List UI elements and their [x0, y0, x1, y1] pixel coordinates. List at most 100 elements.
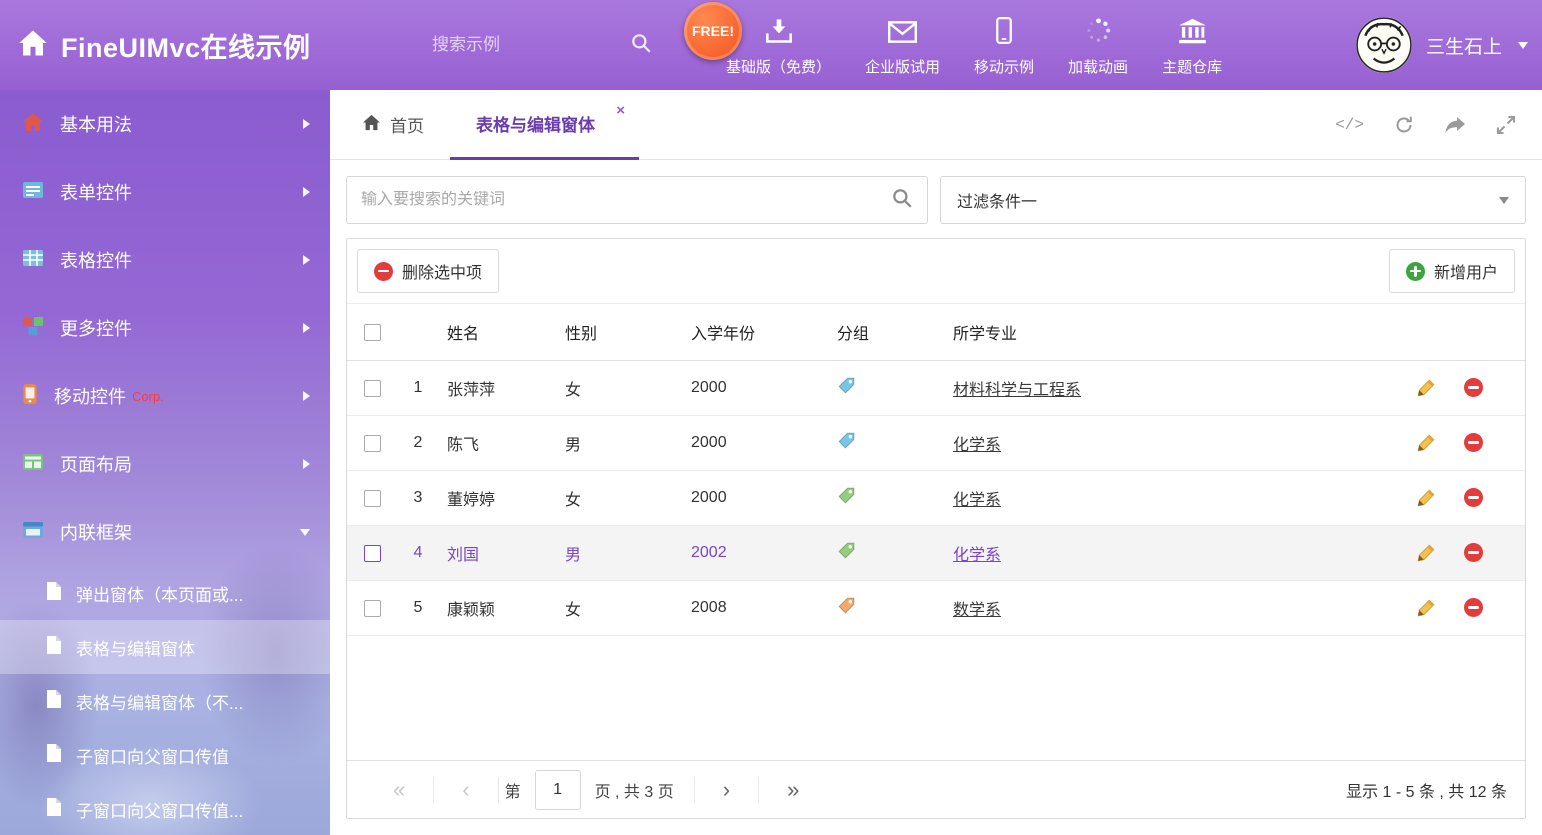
row-checkbox[interactable] [364, 435, 381, 452]
table-row-selected[interactable]: 4 刘国 男 2002 化学系 [347, 526, 1525, 581]
page-label-suffix: 页 , 共 3 页 [589, 778, 694, 802]
delete-selected-button[interactable]: 删除选中项 [357, 249, 499, 293]
top-header: FineUIMvc在线示例 FREE! 基础版（免费） 企业版试用 [0, 0, 1542, 90]
row-checkbox[interactable] [364, 545, 381, 562]
select-all-checkbox[interactable] [364, 324, 381, 341]
cell-year: 2000 [683, 489, 829, 507]
app-window: FineUIMvc在线示例 FREE! 基础版（免费） 企业版试用 [0, 0, 1542, 835]
grid-toolbar: 删除选中项 新增用户 [347, 239, 1525, 303]
major-link[interactable]: 化学系 [953, 492, 1001, 509]
major-link[interactable]: 材料科学与工程系 [953, 382, 1081, 399]
brand[interactable]: FineUIMvc在线示例 [18, 0, 311, 90]
tag-icon [837, 541, 856, 560]
last-page-button[interactable]: » [759, 779, 827, 801]
edit-icon[interactable] [1416, 433, 1436, 453]
column-header-gender: 性别 [557, 320, 683, 344]
file-icon [46, 797, 62, 822]
row-checkbox[interactable] [364, 490, 381, 507]
first-page-button[interactable]: « [365, 779, 433, 801]
add-user-button[interactable]: 新增用户 [1389, 249, 1515, 293]
cell-gender: 女 [557, 486, 683, 510]
chevron-right-icon [303, 459, 310, 469]
chevron-down-icon [1518, 42, 1528, 49]
home-icon [18, 29, 48, 62]
minus-circle-icon [374, 262, 393, 281]
cell-gender: 男 [557, 541, 683, 565]
cubes-icon [22, 316, 44, 341]
sidebar-subitem-grid-edit-window[interactable]: 表格与编辑窗体 [0, 620, 330, 674]
delete-icon[interactable] [1464, 433, 1483, 453]
row-number: 3 [397, 489, 439, 507]
download-icon [765, 18, 793, 48]
cell-name: 陈飞 [439, 431, 557, 455]
sidebar-item-mobile-controls[interactable]: 移动控件 Corp. [0, 362, 330, 430]
expand-icon[interactable] [1496, 115, 1516, 135]
table-row[interactable]: 2 陈飞 男 2000 化学系 [347, 416, 1525, 471]
major-link[interactable]: 数学系 [953, 602, 1001, 619]
search-icon[interactable] [630, 32, 652, 59]
nav-item-label: 移动示例 [974, 56, 1034, 77]
delete-icon[interactable] [1464, 598, 1483, 618]
close-icon[interactable]: × [616, 102, 625, 119]
record-count-summary: 显示 1 - 5 条 , 共 12 条 [1346, 778, 1507, 802]
frame-icon [22, 520, 44, 545]
edit-icon[interactable] [1416, 378, 1436, 398]
file-icon [46, 581, 62, 606]
file-icon [46, 635, 62, 660]
sidebar-item-page-layout[interactable]: 页面布局 [0, 430, 330, 498]
major-link[interactable]: 化学系 [953, 437, 1001, 454]
delete-icon[interactable] [1464, 488, 1483, 508]
major-link[interactable]: 化学系 [953, 547, 1001, 564]
corp-badge: Corp. [132, 389, 164, 404]
table-row[interactable]: 5 康颖颖 女 2008 数学系 [347, 581, 1525, 636]
prev-page-button[interactable]: ‹ [434, 779, 497, 801]
keyword-search-input[interactable] [361, 191, 891, 209]
sidebar-item-form-controls[interactable]: 表单控件 [0, 158, 330, 226]
delete-icon[interactable] [1464, 378, 1483, 398]
filter-dropdown[interactable]: 过滤条件一 [940, 176, 1526, 224]
mobile-icon [995, 17, 1013, 48]
next-page-button[interactable]: › [695, 779, 758, 801]
spinner-icon [1085, 17, 1112, 48]
share-icon[interactable] [1444, 116, 1466, 134]
search-icon[interactable] [891, 187, 913, 214]
table-row[interactable]: 1 张萍萍 女 2000 材料科学与工程系 [347, 361, 1525, 416]
code-icon[interactable]: </> [1335, 116, 1364, 134]
sidebar-item-more-controls[interactable]: 更多控件 [0, 294, 330, 362]
sidebar-subitem-child-to-parent[interactable]: 子窗口向父窗口传值 [0, 728, 330, 782]
edit-icon[interactable] [1416, 598, 1436, 618]
table-header: 姓名 性别 入学年份 分组 所学专业 [347, 303, 1525, 361]
tab-grid-edit-window[interactable]: 表格与编辑窗体 × [450, 90, 639, 160]
delete-icon[interactable] [1464, 543, 1483, 563]
nav-item-theme-store[interactable]: 主题仓库 [1162, 18, 1222, 77]
refresh-icon[interactable] [1394, 115, 1414, 135]
sidebar-subitem-child-to-parent-2[interactable]: 子窗口向父窗口传值... [0, 782, 330, 835]
sidebar-item-basic-usage[interactable]: 基本用法 [0, 90, 330, 158]
table-row[interactable]: 3 董婷婷 女 2000 化学系 [347, 471, 1525, 526]
sidebar-item-inline-frame[interactable]: 内联框架 [0, 498, 330, 566]
cell-gender: 女 [557, 376, 683, 400]
nav-item-loading-animation[interactable]: 加载动画 [1068, 17, 1128, 77]
sidebar-subitem-grid-edit-window-2[interactable]: 表格与编辑窗体（不... [0, 674, 330, 728]
tab-home[interactable]: 首页 [336, 90, 450, 159]
form-icon [22, 180, 44, 205]
nav-item-enterprise-trial[interactable]: 企业版试用 [865, 20, 940, 77]
cell-name: 康颖颖 [439, 596, 557, 620]
chevron-right-icon [303, 187, 310, 197]
sidebar-item-table-controls[interactable]: 表格控件 [0, 226, 330, 294]
column-header-major: 所学专业 [945, 320, 1395, 344]
user-menu[interactable]: 三生石上 [1356, 0, 1528, 90]
page-number-input[interactable] [535, 770, 581, 810]
app-title: FineUIMvc在线示例 [61, 26, 311, 65]
row-checkbox[interactable] [364, 600, 381, 617]
top-search-input[interactable] [432, 35, 572, 55]
nav-item-basic-edition[interactable]: 基础版（免费） [726, 18, 831, 77]
chevron-right-icon [303, 323, 310, 333]
edit-icon[interactable] [1416, 543, 1436, 563]
nav-item-label: 加载动画 [1068, 56, 1128, 77]
sidebar-subitem-popup-window[interactable]: 弹出窗体（本页面或... [0, 566, 330, 620]
cell-year: 2002 [683, 544, 829, 562]
row-checkbox[interactable] [364, 380, 381, 397]
edit-icon[interactable] [1416, 488, 1436, 508]
nav-item-mobile-demo[interactable]: 移动示例 [974, 17, 1034, 77]
